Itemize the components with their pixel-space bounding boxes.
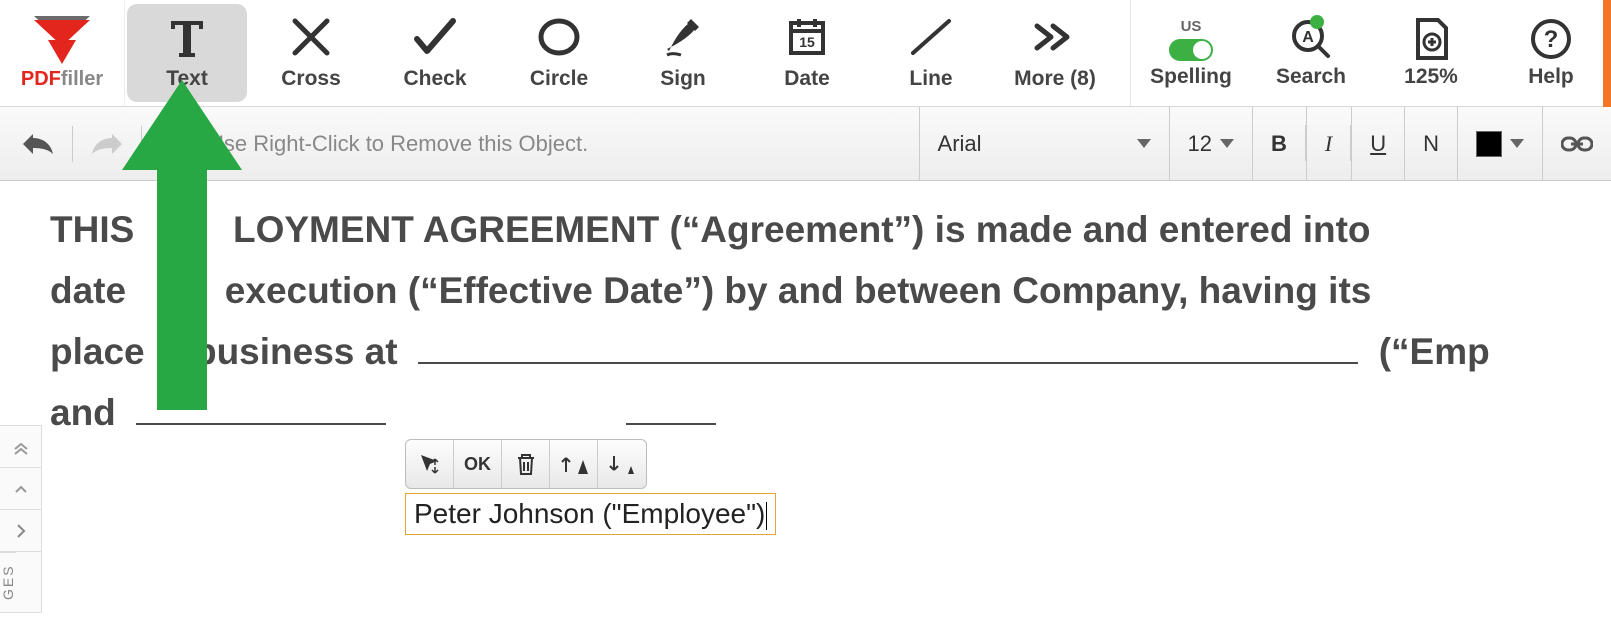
text-tool-button[interactable]: Text [127,4,247,102]
delete-button[interactable] [502,440,550,488]
check-tool-button[interactable]: Check [375,4,495,102]
move-button[interactable] [406,440,454,488]
line-tool-button[interactable]: Line [871,4,991,102]
font-size-selector[interactable]: 12 [1169,107,1252,180]
divider [141,126,142,162]
italic-button[interactable]: I [1306,107,1350,180]
calendar-icon: 15 [785,15,829,59]
hint-message: ••• Use Right-Click to Remove this Objec… [154,122,602,166]
text-cursor-icon [766,502,767,530]
bold-button[interactable]: B [1252,107,1305,180]
pages-toggle-button[interactable] [0,510,41,552]
decrease-size-button[interactable] [598,440,646,488]
spelling-lang: US [1181,18,1202,35]
logo-text: PDFfiller [21,68,103,91]
document-canvas[interactable]: THISXXXXLOYMENT AGREEMENT (“Agreement”) … [0,181,1611,443]
color-selector[interactable] [1457,107,1542,180]
ok-label: OK [464,454,491,475]
document-text: THISXXXXLOYMENT AGREEMENT (“Agreement”) … [50,199,1611,443]
page-nav-sidebar: GES [0,425,42,613]
date-tool-button[interactable]: 15 Date [747,4,867,102]
bold-label: B [1271,131,1287,157]
comment-icon: ••• [168,129,198,159]
spelling-toggle-icon[interactable] [1169,39,1213,61]
cross-icon [289,15,333,59]
color-swatch-icon [1476,131,1502,157]
tool-label: Cross [281,67,341,91]
scroll-top-button[interactable] [0,426,41,468]
hint-text: Use Right-Click to Remove this Object. [208,131,588,157]
search-icon: A [1288,17,1334,61]
circle-icon [537,15,581,59]
sign-icon [661,15,705,59]
cross-tool-button[interactable]: Cross [251,4,371,102]
normal-label: N [1423,131,1439,157]
move-cursor-icon [418,452,442,476]
chevron-down-icon [1510,139,1524,148]
link-icon [1561,134,1593,154]
page-up-button[interactable] [0,468,41,510]
check-icon [411,15,459,59]
chevron-down-icon [1137,139,1151,148]
tool-label: Spelling [1150,65,1232,89]
tool-label: 125% [1404,65,1458,89]
right-toolbar: US Spelling A Search [1130,0,1611,106]
tool-label: Date [784,67,830,91]
more-tools-button[interactable]: More (8) [995,4,1115,102]
entry-text: Peter Johnson ("Employee") [414,498,765,529]
link-button[interactable] [1542,107,1611,180]
more-icon [1031,15,1079,59]
text-tool-icon [163,15,211,59]
underline-button[interactable]: U [1351,107,1404,180]
line-icon [907,15,955,59]
search-button[interactable]: A Search [1251,0,1371,106]
spelling-button[interactable]: US Spelling [1131,0,1251,106]
text-mini-toolbar: OK [405,439,647,489]
help-button[interactable]: ? Help [1491,0,1611,106]
font-selector[interactable]: Arial [919,107,1169,180]
help-icon: ? [1529,17,1573,61]
decrease-icon [608,452,636,476]
tool-label: Line [909,67,952,91]
tool-label: More (8) [1014,67,1096,91]
divider [72,126,73,162]
tool-label: Search [1276,65,1346,89]
increase-icon [560,452,588,476]
pages-label: GES [0,552,16,612]
text-input-box[interactable]: Peter Johnson ("Employee") [405,493,776,535]
format-toolbar: ••• Use Right-Click to Remove this Objec… [0,107,1611,181]
notification-dot-icon [1310,15,1324,29]
redo-button[interactable] [85,122,129,166]
italic-label: I [1325,131,1332,157]
tool-label: Help [1528,65,1574,89]
zoom-button[interactable]: 125% [1371,0,1491,106]
tool-label: Sign [660,67,706,91]
chevron-down-icon [1220,139,1234,148]
underline-label: U [1370,131,1386,157]
sign-tool-button[interactable]: Sign [623,4,743,102]
ok-button[interactable]: OK [454,440,502,488]
done-edge[interactable] [1603,0,1611,107]
tool-label: Circle [530,67,588,91]
increase-size-button[interactable] [550,440,598,488]
tool-label: Text [166,67,208,91]
logo[interactable]: PDFfiller [0,0,125,106]
tool-label: Check [403,67,466,91]
undo-button[interactable] [16,122,60,166]
circle-tool-button[interactable]: Circle [499,4,619,102]
trash-icon [515,452,537,476]
svg-text:A: A [1302,29,1314,46]
font-name: Arial [938,131,982,157]
font-size: 12 [1188,131,1212,157]
normal-button[interactable]: N [1404,107,1457,180]
logo-mark-icon [34,16,90,64]
main-toolbar: PDFfiller Text Cross Check Circle Sign [0,0,1611,107]
zoom-icon [1410,17,1452,61]
svg-text:15: 15 [799,34,815,50]
svg-text:?: ? [1544,26,1559,53]
